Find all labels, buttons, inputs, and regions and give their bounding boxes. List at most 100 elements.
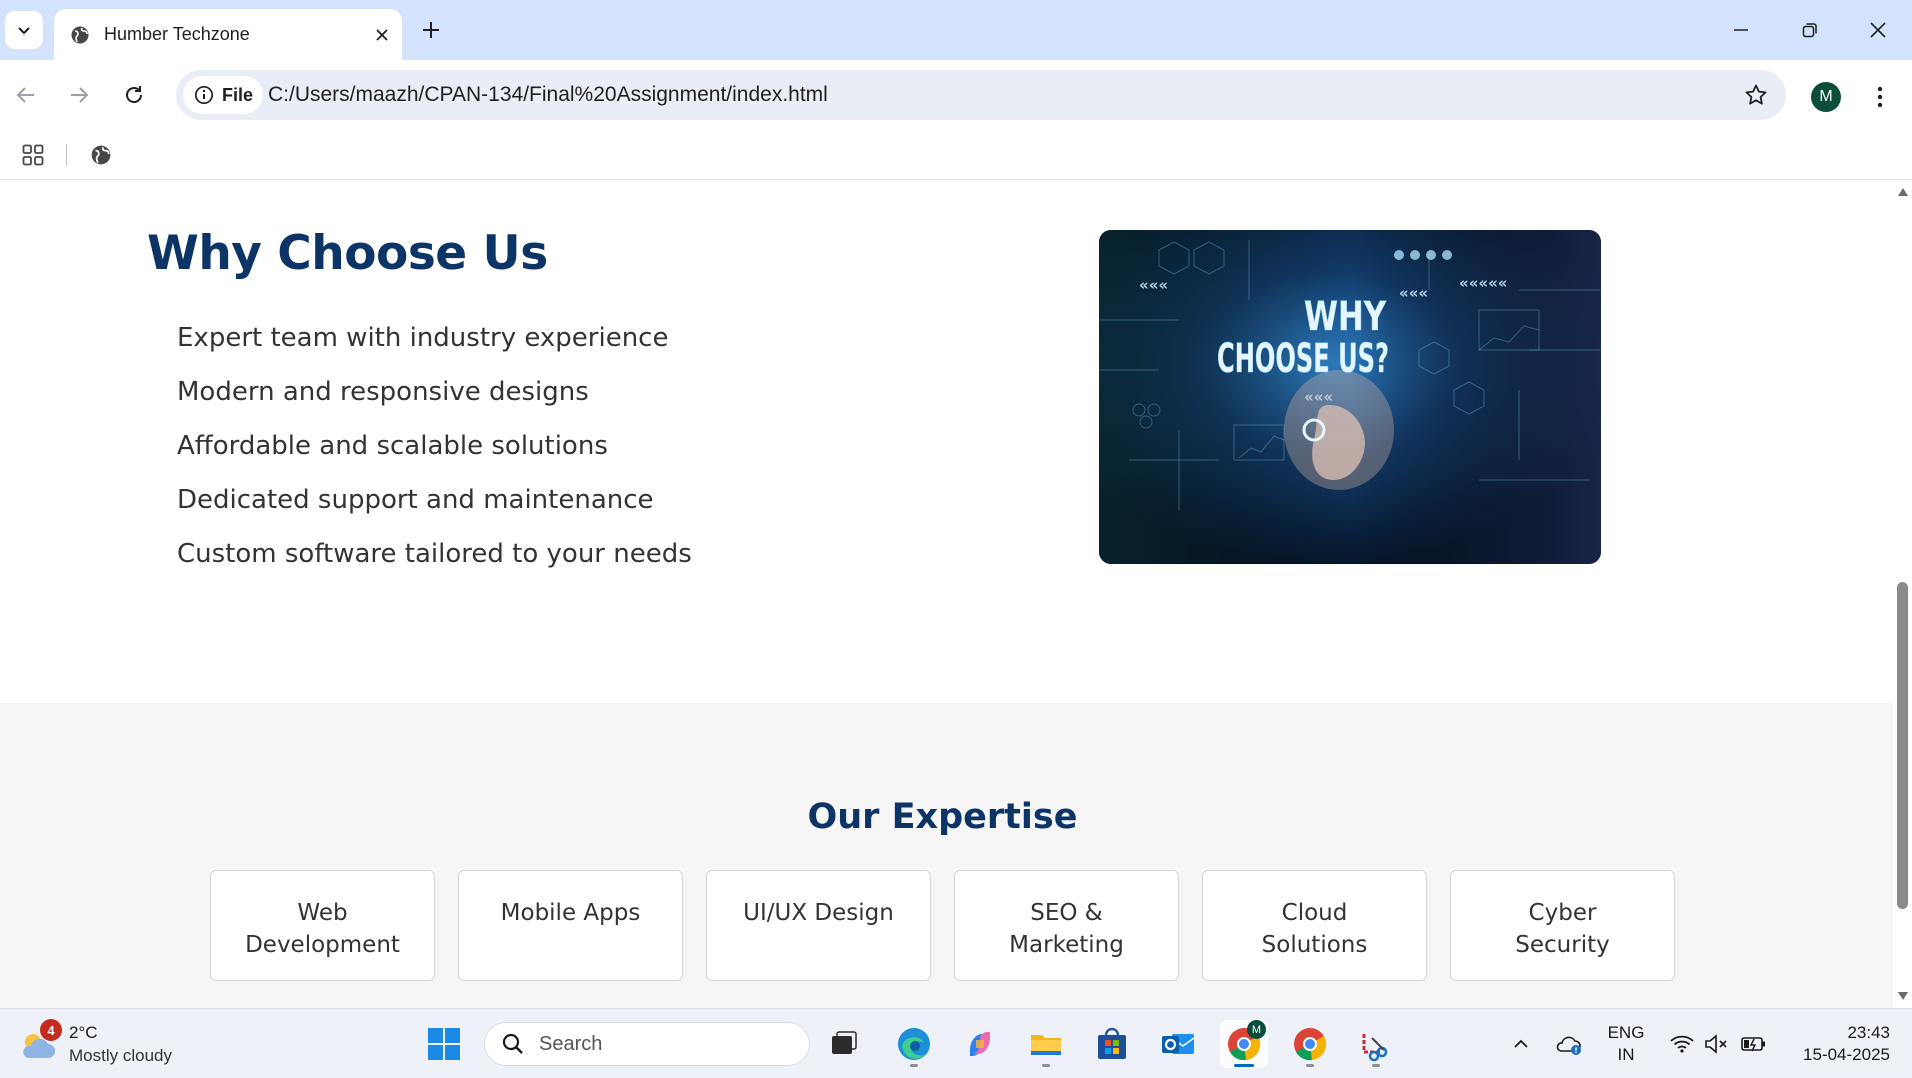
volume-tray-icon[interactable] — [1700, 1009, 1732, 1078]
forward-button[interactable] — [57, 73, 101, 117]
site-info-chip[interactable]: File — [183, 76, 263, 114]
weather-description: Mostly cloudy — [69, 1046, 172, 1065]
tab-search-button[interactable] — [5, 11, 43, 49]
copilot-app[interactable] — [956, 1020, 1004, 1068]
apps-button[interactable] — [16, 138, 50, 172]
restore-icon — [1802, 23, 1817, 38]
search-icon — [502, 1033, 523, 1054]
input-language-indicator[interactable]: ENG IN — [1604, 1022, 1648, 1066]
scroll-down-arrow-icon[interactable] — [1898, 992, 1908, 1000]
new-tab-button[interactable] — [413, 12, 449, 48]
browser-menu-button[interactable] — [1862, 77, 1898, 117]
start-button[interactable] — [420, 1020, 468, 1068]
arrow-right-icon — [71, 87, 89, 103]
expertise-card: Cyber Security — [1450, 870, 1675, 981]
section-title: Why Choose Us — [147, 226, 548, 281]
expertise-card: Mobile Apps — [458, 870, 683, 981]
weather-alert-badge: 4 — [40, 1019, 62, 1041]
card-label: Cyber Security — [1515, 900, 1610, 958]
bookmark-star-button[interactable] — [1740, 79, 1772, 111]
globe-icon — [91, 145, 111, 165]
outlook-app[interactable] — [1154, 1020, 1202, 1068]
wifi-icon — [1670, 1035, 1694, 1053]
battery-charging-icon — [1741, 1037, 1765, 1052]
language-code: ENG — [1607, 1023, 1645, 1042]
clock-date: 15-04-2025 — [1803, 1045, 1890, 1064]
url-text[interactable]: C:/Users/maazh/CPAN-134/Final%20Assignme… — [268, 83, 828, 107]
wifi-tray-icon[interactable] — [1666, 1009, 1698, 1078]
back-button[interactable] — [4, 73, 48, 117]
scroll-up-arrow-icon[interactable] — [1898, 188, 1908, 196]
snipping-tool-app[interactable] — [1352, 1020, 1400, 1068]
snipping-tool-icon — [1362, 1034, 1388, 1062]
weather-temperature: 2°C — [69, 1023, 98, 1042]
close-window-button[interactable] — [1843, 0, 1912, 60]
taskbar-search[interactable]: Search — [484, 1022, 810, 1066]
windows-taskbar: 4 2°C Mostly cloudy Search M ENG IN 23:4… — [0, 1008, 1912, 1078]
reload-button[interactable] — [112, 73, 156, 117]
profile-avatar[interactable]: M — [1811, 82, 1841, 112]
scrollbar-thumb[interactable] — [1897, 582, 1908, 909]
edge-app[interactable] — [890, 1020, 938, 1068]
expertise-card: SEO & Marketing — [954, 870, 1179, 981]
list-item: Affordable and scalable solutions — [177, 431, 608, 461]
image-text-why: WHY — [1304, 294, 1387, 340]
profile-badge: M — [1247, 1020, 1266, 1039]
browser-toolbar: File C:/Users/maazh/CPAN-134/Final%20Ass… — [0, 60, 1912, 130]
running-indicator — [1372, 1064, 1380, 1067]
expertise-cards: Web Development Mobile Apps UI/UX Design… — [210, 870, 1675, 981]
image-text-choose-us: CHOOSE US? — [1217, 336, 1389, 382]
list-item: Expert team with industry experience — [177, 323, 669, 353]
svg-text:«««: ««« — [1399, 284, 1428, 302]
folder-icon — [1031, 1035, 1061, 1055]
minimize-icon — [1733, 29, 1748, 31]
system-clock[interactable]: 23:43 15-04-2025 — [1784, 1022, 1890, 1066]
card-label: Mobile Apps — [500, 900, 641, 926]
close-icon — [376, 28, 388, 41]
edge-browser-icon — [898, 1028, 930, 1060]
chevron-down-icon — [18, 27, 30, 35]
microsoft-store-app[interactable] — [1088, 1020, 1136, 1068]
task-view-button[interactable] — [820, 1020, 868, 1068]
plus-icon — [423, 22, 439, 38]
chrome-icon — [1294, 1028, 1327, 1061]
restore-button[interactable] — [1775, 0, 1844, 60]
card-label: SEO & Marketing — [1009, 900, 1124, 958]
page-viewport: Why Choose Us Expert team with industry … — [0, 181, 1893, 1008]
site-info-label: File — [222, 84, 254, 105]
battery-tray-icon[interactable] — [1738, 1009, 1770, 1078]
clock-time: 23:43 — [1847, 1023, 1890, 1042]
minimize-button[interactable] — [1706, 0, 1775, 60]
bookmarks-separator — [66, 144, 67, 166]
active-indicator — [1234, 1064, 1254, 1067]
chrome-app[interactable] — [1286, 1020, 1334, 1068]
outlook-icon — [1162, 1034, 1195, 1054]
active-tab[interactable]: Humber Techzone — [54, 9, 402, 60]
reload-icon — [126, 86, 142, 103]
info-icon — [194, 85, 214, 105]
bookmark-item[interactable] — [84, 138, 118, 172]
file-explorer-app[interactable] — [1022, 1020, 1070, 1068]
svg-text:«««: ««« — [1139, 276, 1168, 294]
onedrive-tray-icon[interactable] — [1551, 1009, 1587, 1078]
chrome-app-profile[interactable]: M — [1220, 1020, 1268, 1068]
address-bar[interactable]: File C:/Users/maazh/CPAN-134/Final%20Ass… — [176, 70, 1786, 120]
running-indicator — [1042, 1064, 1050, 1067]
bookmarks-bar — [0, 130, 1912, 180]
globe-icon — [71, 26, 89, 43]
task-view-icon — [832, 1031, 857, 1054]
list-item: Custom software tailored to your needs — [177, 539, 692, 569]
page-scrollbar[interactable] — [1893, 181, 1912, 1008]
search-placeholder: Search — [539, 1032, 603, 1055]
section-title: Our Expertise — [807, 797, 1078, 837]
copilot-icon — [970, 1032, 990, 1056]
tab-close-button[interactable] — [362, 28, 402, 42]
volume-muted-icon — [1705, 1034, 1727, 1054]
windows-logo-icon — [428, 1028, 460, 1060]
weather-widget[interactable]: 4 2°C Mostly cloudy — [18, 1019, 208, 1069]
expertise-card: Cloud Solutions — [1202, 870, 1427, 981]
why-choose-us-image: ««« ««««« ««« ««« WHY CHOOSE US? — [1099, 230, 1601, 564]
expertise-card: Web Development — [210, 870, 435, 981]
show-hidden-icons-button[interactable] — [1506, 1009, 1536, 1078]
chevron-up-icon — [1514, 1039, 1528, 1048]
